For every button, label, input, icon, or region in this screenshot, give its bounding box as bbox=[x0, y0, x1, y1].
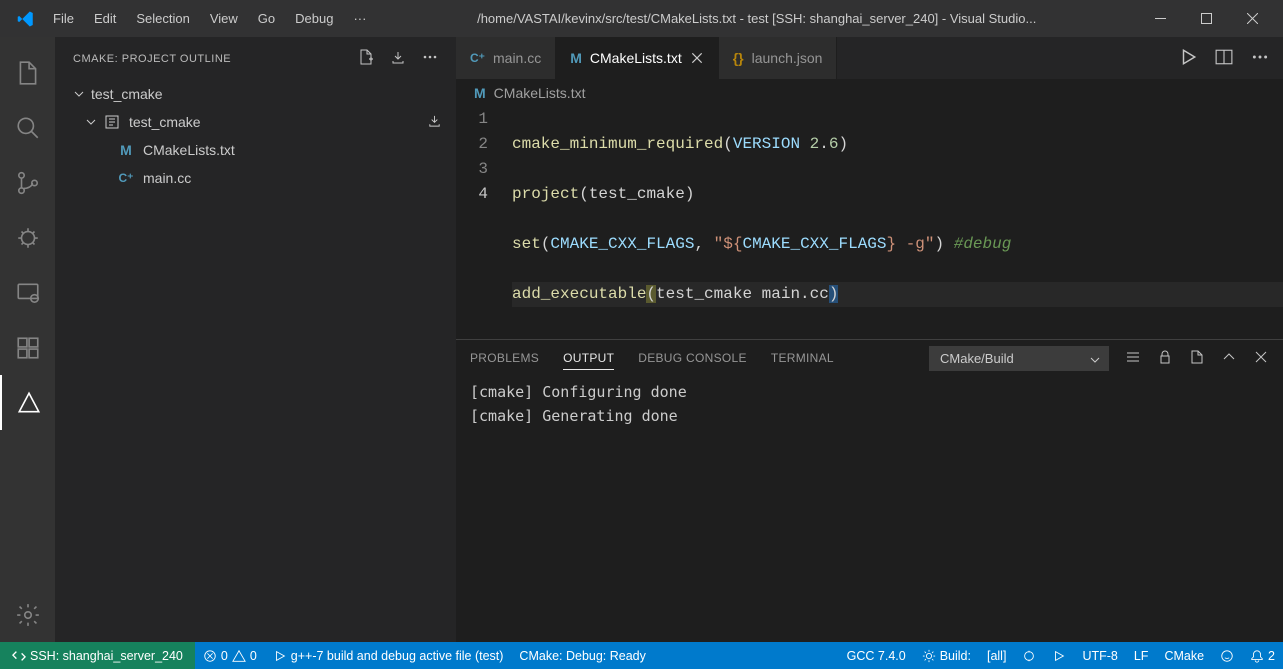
menubar: File Edit Selection View Go Debug ··· bbox=[43, 0, 376, 37]
breadcrumb-item: CMakeLists.txt bbox=[494, 85, 586, 101]
tab-label: launch.json bbox=[752, 50, 823, 66]
activity-debug[interactable] bbox=[0, 210, 55, 265]
menu-file[interactable]: File bbox=[43, 0, 84, 37]
status-cmake[interactable]: CMake: Debug: Ready bbox=[511, 642, 653, 669]
status-debug-launch[interactable] bbox=[1014, 642, 1044, 669]
menu-go[interactable]: Go bbox=[248, 0, 285, 37]
status-eol[interactable]: LF bbox=[1126, 642, 1157, 669]
editor: C⁺ main.cc M CMakeLists.txt {} launch.js… bbox=[456, 37, 1283, 642]
new-file-icon[interactable] bbox=[358, 49, 374, 68]
sidebar-title: CMAKE: PROJECT OUTLINE bbox=[73, 53, 231, 65]
tab-label: main.cc bbox=[493, 50, 541, 66]
lock-icon[interactable] bbox=[1157, 349, 1173, 368]
more-actions-icon[interactable] bbox=[1251, 48, 1269, 69]
tab-cmakelists[interactable]: M CMakeLists.txt bbox=[556, 37, 718, 79]
build-icon[interactable] bbox=[427, 113, 442, 131]
open-log-icon[interactable] bbox=[1189, 349, 1205, 368]
project-tree: test_cmake test_cmake M CMakeLists.txt C… bbox=[55, 80, 456, 642]
cmake-file-icon: M bbox=[117, 142, 135, 158]
cpp-file-icon: C⁺ bbox=[470, 51, 485, 65]
cmake-file-icon: M bbox=[570, 50, 582, 66]
panel-tab-debug-console[interactable]: DEBUG CONSOLE bbox=[638, 351, 747, 365]
tab-main-cc[interactable]: C⁺ main.cc bbox=[456, 37, 556, 79]
menu-selection[interactable]: Selection bbox=[126, 0, 199, 37]
activity-extensions[interactable] bbox=[0, 320, 55, 375]
status-bar: SSH: shanghai_server_240 0 0 g++-7 build… bbox=[0, 642, 1283, 669]
maximize-panel-icon[interactable] bbox=[1221, 349, 1237, 368]
cmake-file-icon: M bbox=[474, 85, 486, 101]
status-run-launch[interactable] bbox=[1044, 642, 1074, 669]
status-build-task[interactable]: g++-7 build and debug active file (test) bbox=[265, 642, 512, 669]
panel-tab-terminal[interactable]: TERMINAL bbox=[771, 351, 834, 365]
tree-project[interactable]: test_cmake bbox=[55, 108, 456, 136]
output-channel-select[interactable]: CMake/Build bbox=[929, 346, 1109, 371]
status-language[interactable]: CMake bbox=[1156, 642, 1212, 669]
status-encoding[interactable]: UTF-8 bbox=[1074, 642, 1125, 669]
status-feedback[interactable] bbox=[1212, 642, 1242, 669]
tree-root[interactable]: test_cmake bbox=[55, 80, 456, 108]
status-build-target[interactable]: [all] bbox=[979, 642, 1014, 669]
tree-main-cc[interactable]: C⁺ main.cc bbox=[55, 164, 456, 192]
sidebar: CMAKE: PROJECT OUTLINE test_cmake test_c… bbox=[55, 37, 456, 642]
clear-output-icon[interactable] bbox=[1125, 349, 1141, 368]
panel-tab-output[interactable]: OUTPUT bbox=[563, 351, 614, 370]
output-body[interactable]: [cmake] Configuring done [cmake] Generat… bbox=[456, 376, 1283, 642]
status-compiler[interactable]: GCC 7.4.0 bbox=[839, 642, 914, 669]
close-button[interactable] bbox=[1229, 0, 1275, 37]
panel-tab-problems[interactable]: PROBLEMS bbox=[470, 351, 539, 365]
chevron-down-icon bbox=[73, 88, 85, 100]
breadcrumb[interactable]: M CMakeLists.txt bbox=[456, 79, 1283, 107]
status-remote[interactable]: SSH: shanghai_server_240 bbox=[0, 642, 195, 669]
project-icon bbox=[103, 115, 121, 129]
menu-more[interactable]: ··· bbox=[343, 0, 376, 37]
vscode-logo bbox=[8, 10, 43, 28]
tree-label: test_cmake bbox=[91, 86, 163, 102]
close-tab-icon[interactable] bbox=[690, 51, 704, 65]
minimize-button[interactable] bbox=[1137, 0, 1183, 37]
activity-explorer[interactable] bbox=[0, 45, 55, 100]
titlebar: File Edit Selection View Go Debug ··· /h… bbox=[0, 0, 1283, 37]
status-problems[interactable]: 0 0 bbox=[195, 642, 265, 669]
chevron-down-icon bbox=[85, 116, 97, 128]
more-actions-icon[interactable] bbox=[422, 49, 438, 68]
tree-cmakelists[interactable]: M CMakeLists.txt bbox=[55, 136, 456, 164]
activity-scm[interactable] bbox=[0, 155, 55, 210]
tree-label: main.cc bbox=[143, 170, 191, 186]
activity-search[interactable] bbox=[0, 100, 55, 155]
line-gutter: 1 2 3 4 bbox=[456, 107, 512, 339]
activity-settings[interactable] bbox=[0, 587, 55, 642]
editor-tabs: C⁺ main.cc M CMakeLists.txt {} launch.js… bbox=[456, 37, 1283, 79]
activity-cmake[interactable] bbox=[0, 375, 55, 430]
json-file-icon: {} bbox=[733, 50, 744, 66]
activity-bar bbox=[0, 37, 55, 642]
status-notifications[interactable]: 2 bbox=[1242, 642, 1283, 669]
run-icon[interactable] bbox=[1179, 48, 1197, 69]
activity-remote[interactable] bbox=[0, 265, 55, 320]
chevron-down-icon bbox=[1090, 353, 1100, 368]
maximize-button[interactable] bbox=[1183, 0, 1229, 37]
cpp-file-icon: C⁺ bbox=[117, 171, 135, 185]
code-editor[interactable]: 1 2 3 4 cmake_minimum_required(VERSION 2… bbox=[456, 107, 1283, 339]
split-editor-icon[interactable] bbox=[1215, 48, 1233, 69]
tab-launch-json[interactable]: {} launch.json bbox=[719, 37, 838, 79]
window-title: /home/VASTAI/kevinx/src/test/CMakeLists.… bbox=[376, 11, 1137, 26]
close-panel-icon[interactable] bbox=[1253, 349, 1269, 368]
menu-edit[interactable]: Edit bbox=[84, 0, 126, 37]
tree-label: test_cmake bbox=[129, 114, 201, 130]
menu-view[interactable]: View bbox=[200, 0, 248, 37]
status-build[interactable]: Build: bbox=[914, 642, 979, 669]
tree-label: CMakeLists.txt bbox=[143, 142, 235, 158]
bottom-panel: PROBLEMS OUTPUT DEBUG CONSOLE TERMINAL C… bbox=[456, 339, 1283, 642]
menu-debug[interactable]: Debug bbox=[285, 0, 343, 37]
save-icon[interactable] bbox=[390, 49, 406, 68]
tab-label: CMakeLists.txt bbox=[590, 50, 682, 66]
